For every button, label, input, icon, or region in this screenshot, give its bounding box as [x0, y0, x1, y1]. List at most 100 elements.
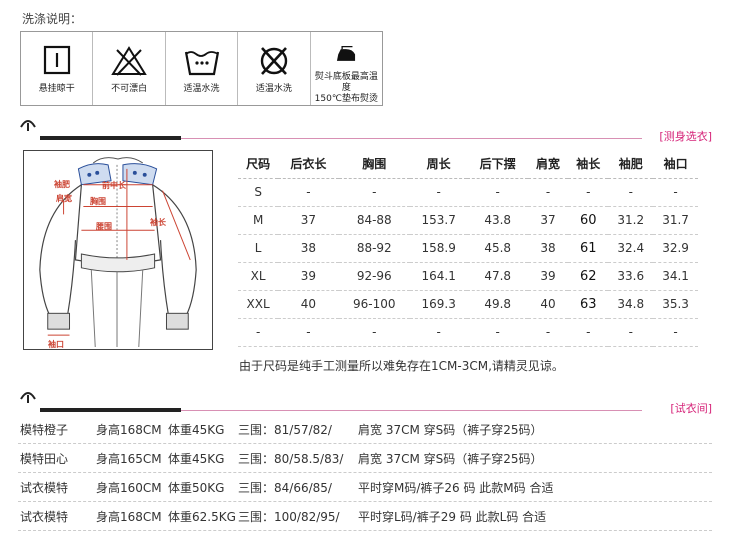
wash-label: 熨斗底板最高温度 150℃垫布熨烫: [311, 72, 382, 105]
size-cell: 40: [278, 290, 339, 319]
size-cell: XL: [238, 262, 279, 291]
model-name: 试衣模特: [20, 509, 69, 524]
wash-care-grid: 悬挂晾干 不可漂白 适温水洗 适温水洗 熨斗底板最高温度 150℃垫布熨烫: [20, 31, 383, 106]
size-cell: -: [409, 178, 468, 207]
size-cell: 37: [527, 206, 569, 235]
label-waist: 腰围: [96, 222, 112, 231]
wash-label: 适温水洗: [255, 84, 292, 94]
size-cell: M: [238, 206, 279, 235]
no-tumble-dry-icon: [260, 47, 288, 75]
model-detail: 平时穿M码/裤子26 码 此款M码 合适: [358, 480, 554, 495]
label-chest: 胸围: [90, 197, 106, 206]
size-cell: 84-88: [338, 206, 410, 235]
wash-cell-no-bleach: 不可漂白: [93, 32, 166, 105]
size-cell: -: [527, 318, 569, 347]
section-divider: [181, 138, 642, 139]
size-cell: 33.6: [608, 262, 654, 291]
fitting-tag[interactable]: [试衣间]: [670, 400, 712, 416]
size-row: ---------: [238, 318, 698, 347]
model-row: 模特橙子 身高168CM 体重45KG 三围：81/57/82/ 肩宽 37CM…: [18, 415, 712, 444]
model-name: 模特田心: [20, 451, 69, 466]
model-measurements: 三围：80/58.5/83/: [238, 451, 344, 466]
wash-label: 悬挂晾干: [38, 84, 75, 94]
size-row: L 38 88-92 158.9 45.8 38 61 32.4 32.9: [238, 234, 698, 263]
hang-dry-icon: [43, 45, 70, 75]
size-row: XXL 40 96-100 169.3 49.8 40 63 34.8 35.3: [238, 290, 698, 319]
size-cell: -: [608, 178, 654, 207]
size-cell: 169.3: [409, 290, 468, 319]
col-chest: 胸围: [338, 150, 410, 179]
model-weight: 体重50KG: [168, 480, 225, 495]
model-name: 模特橙子: [20, 422, 69, 437]
label-cuff: 袖口: [48, 340, 64, 349]
size-cell: -: [467, 178, 528, 207]
size-cell: 31.2: [608, 206, 654, 235]
size-cell: 38: [527, 234, 569, 263]
size-row: M 37 84-88 153.7 43.8 37 60 31.2 31.7: [238, 206, 698, 235]
model-list: 模特橙子 身高168CM 体重45KG 三围：81/57/82/ 肩宽 37CM…: [18, 415, 712, 531]
model-detail: 肩宽 37CM 穿S码（裤子穿25码）: [358, 422, 543, 437]
size-cell: 34.8: [608, 290, 654, 319]
size-cell: 60: [568, 206, 609, 235]
model-detail: 平时穿L码/裤子29 码 此款L码 合适: [358, 509, 547, 524]
fitting-section-header: [试衣间]: [18, 388, 712, 415]
col-cuff: 袖口: [653, 150, 698, 179]
size-row: XL 39 92-96 164.1 47.8 39 62 33.6 34.1: [238, 262, 698, 291]
section-divider: [181, 410, 642, 411]
wash-cell-no-tumble-dry: 适温水洗: [238, 32, 311, 105]
size-cell: 88-92: [338, 234, 410, 263]
model-weight: 体重45KG: [168, 451, 225, 466]
col-back-length: 后衣长: [278, 150, 339, 179]
wash-label: 适温水洗: [183, 84, 220, 94]
size-cell: 63: [568, 290, 609, 319]
size-row: S--------: [238, 178, 698, 207]
size-cell: -: [467, 318, 528, 347]
size-cell: 47.8: [467, 262, 528, 291]
model-name: 试衣模特: [20, 480, 69, 495]
section-bar: [40, 408, 181, 412]
col-sleeve-width: 袖肥: [608, 150, 654, 179]
size-cell: S: [238, 178, 279, 207]
col-shoulder: 肩宽: [527, 150, 569, 179]
size-cell: 39: [527, 262, 569, 291]
size-cell: 34.1: [653, 262, 698, 291]
size-cell: -: [278, 178, 339, 207]
label-front-length: 前中长: [102, 181, 126, 190]
size-cell: 43.8: [467, 206, 528, 235]
wash-label: 不可漂白: [111, 84, 148, 94]
size-cell: -: [653, 178, 698, 207]
size-cell: 40: [527, 290, 569, 319]
wash-cell-iron: 熨斗底板最高温度 150℃垫布熨烫: [311, 32, 382, 105]
size-cell: 158.9: [409, 234, 468, 263]
section-bar: [40, 136, 181, 140]
size-cell: 32.9: [653, 234, 698, 263]
model-weight: 体重45KG: [168, 422, 225, 437]
umbrella-icon: [20, 120, 36, 131]
size-cell: -: [409, 318, 468, 347]
wash-cell-hang-dry: 悬挂晾干: [21, 32, 94, 105]
model-row: 模特田心 身高165CM 体重45KG 三围：80/58.5/83/ 肩宽 37…: [18, 444, 712, 473]
iron-icon: [337, 45, 356, 61]
size-cell: 35.3: [653, 290, 698, 319]
size-cell: -: [653, 318, 698, 347]
umbrella-icon: [20, 392, 36, 403]
size-cell: -: [608, 318, 654, 347]
size-cell: 96-100: [338, 290, 410, 319]
wash-title: 洗涤说明：: [22, 12, 83, 26]
size-cell: -: [278, 318, 339, 347]
size-cell: 61: [568, 234, 609, 263]
warm-wash-icon: [184, 51, 219, 76]
size-cell: 38: [278, 234, 339, 263]
garment-illustration: 袖肥 肩宽 前中长 胸围 腰围 袖长 袖口: [23, 150, 213, 350]
size-cell: -: [568, 178, 609, 207]
size-cell: -: [527, 178, 569, 207]
size-cell: -: [568, 318, 609, 347]
no-bleach-icon: [111, 46, 147, 76]
measure-tag[interactable]: [测身选衣]: [659, 128, 712, 144]
size-cell: 62: [568, 262, 609, 291]
model-measurements: 三围：100/82/95/: [238, 509, 340, 524]
wash-label-line2: 150℃垫布熨烫: [314, 94, 378, 104]
size-table: 尺码 后衣长 胸围 周长 后下摆 肩宽 袖长 袖肥 袖口 S--------M3…: [238, 150, 698, 347]
model-measurements: 三围：81/57/82/: [238, 422, 332, 437]
model-detail: 肩宽 37CM 穿S码（裤子穿25码）: [358, 451, 543, 466]
